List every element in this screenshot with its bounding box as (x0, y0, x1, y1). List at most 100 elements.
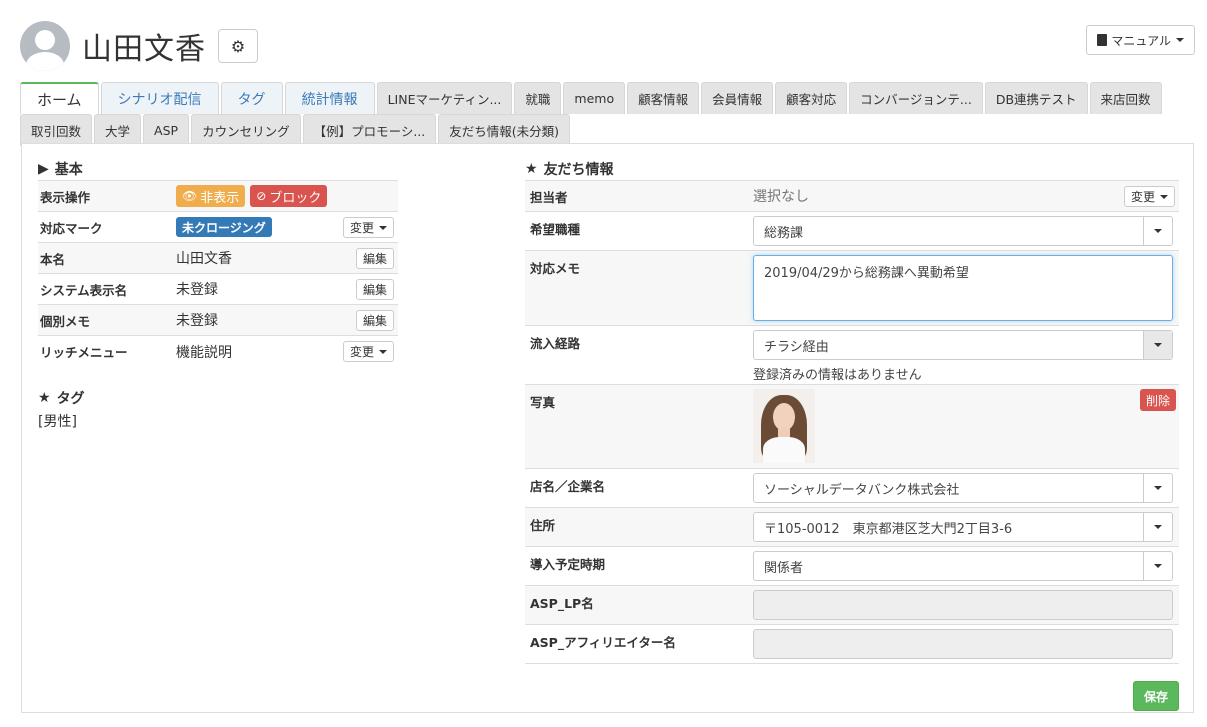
caret-down-icon (379, 349, 387, 354)
friend-info-title: ★ 友だち情報 (525, 161, 614, 178)
support-memo-label: 対応メモ (530, 261, 581, 276)
basic-title: ▶ 基本 (38, 161, 83, 178)
manual-label: マニュアル (1111, 33, 1171, 48)
photo-delete-button[interactable]: 削除 (1139, 389, 1176, 411)
user-name: 山田文香 (82, 32, 206, 67)
caret-down-icon (1154, 525, 1162, 529)
asp-lp-label: ASP_LP名 (530, 596, 594, 611)
gear-icon: ⚙ (230, 36, 246, 56)
save-button[interactable]: 保存 (1133, 681, 1179, 711)
staff-value: 選択なし (753, 189, 809, 205)
real-name-edit-button[interactable]: 編集 (355, 248, 394, 269)
source-label: 流入経路 (530, 336, 581, 351)
tab-home[interactable]: ホーム (20, 82, 99, 114)
tags-title: ★ タグ (38, 390, 85, 407)
tab-university[interactable]: 大学 (94, 114, 142, 146)
job-label: 希望職種 (530, 222, 581, 237)
tab-memo[interactable]: memo (563, 82, 626, 114)
caret-down-icon (1154, 229, 1162, 233)
row-job: 希望職種 総務課 (525, 212, 1179, 251)
tab-visit-count[interactable]: 来店回数 (1089, 82, 1162, 114)
tab-bar: ホーム シナリオ配信 タグ 統計情報 LINEマーケティン... 就職 memo… (20, 82, 1195, 146)
memo-label: 個別メモ (40, 313, 91, 329)
tab-row-1: ホーム シナリオ配信 タグ 統計情報 LINEマーケティン... 就職 memo… (20, 82, 1195, 114)
row-timing: 導入予定時期 関係者 (525, 547, 1179, 586)
company-select[interactable]: ソーシャルデータバンク株式会社 (753, 473, 1173, 503)
ban-icon: ⊘ (256, 189, 267, 203)
tags-value: [男性] (38, 414, 77, 430)
staff-change-button[interactable]: 変更 (1123, 186, 1175, 207)
real-name-label: 本名 (40, 251, 66, 267)
row-real-name: 本名 山田文香 編集 (38, 243, 398, 274)
address-select[interactable]: 〒105-0012 東京都港区芝大門2丁目3-6 (753, 512, 1173, 542)
profile-photo (753, 389, 815, 463)
tab-asp[interactable]: ASP (143, 114, 190, 146)
tab-promotion[interactable]: 【例】プロモーシ... (302, 114, 437, 146)
basic-table: 表示操作 👁 非表示 ⊘ ブロック 対応マーク 未クロージング 変更 本名 山田… (38, 180, 398, 367)
tab-stats[interactable]: 統計情報 (284, 82, 375, 114)
tab-line-marketing[interactable]: LINEマーケティン... (376, 82, 513, 114)
book-icon (1097, 34, 1108, 46)
tab-row-2: 取引回数 大学 ASP カウンセリング 【例】プロモーシ... 友だち情報(未分… (20, 114, 1195, 146)
row-mark: 対応マーク 未クロージング 変更 (38, 212, 398, 243)
row-company: 店名／企業名 ソーシャルデータバンク株式会社 (525, 469, 1179, 508)
row-photo: 写真 削除 (525, 385, 1179, 469)
timing-select[interactable]: 関係者 (753, 551, 1173, 581)
friend-info-table: 担当者 選択なし 変更 希望職種 総務課 対応メモ 2019/04/29から総務… (525, 180, 1179, 664)
tab-db-test[interactable]: DB連携テスト (984, 82, 1088, 114)
support-memo-textarea[interactable]: 2019/04/29から総務課へ異動希望 (753, 255, 1173, 321)
row-asp-lp: ASP_LP名 (525, 586, 1179, 625)
tab-job[interactable]: 就職 (514, 82, 562, 114)
system-name-label: システム表示名 (40, 282, 128, 298)
friend-info-section: ★ 友だち情報 担当者 選択なし 変更 希望職種 総務課 対応メモ 2019/0… (525, 158, 1179, 711)
asp-lp-input (753, 590, 1173, 620)
source-help-text: 登録済みの情報はありません (753, 368, 922, 383)
tab-member-info[interactable]: 会員情報 (701, 82, 774, 114)
tab-friend-info-unclassified[interactable]: 友だち情報(未分類) (438, 114, 571, 146)
system-name-edit-button[interactable]: 編集 (355, 279, 394, 300)
asp-affiliate-label: ASP_アフィリエイター名 (530, 635, 676, 650)
photo-label: 写真 (530, 395, 556, 410)
caret-down-icon (1160, 194, 1168, 199)
tab-customer-info[interactable]: 顧客情報 (627, 82, 700, 114)
address-label: 住所 (530, 518, 556, 533)
tab-deal-count[interactable]: 取引回数 (20, 114, 93, 146)
asp-affiliate-input (753, 629, 1173, 659)
tab-scenario[interactable]: シナリオ配信 (100, 82, 219, 114)
staff-label: 担当者 (530, 190, 568, 205)
eye-slash-icon: 👁 (182, 189, 198, 203)
timing-label: 導入予定時期 (530, 557, 606, 572)
settings-button[interactable]: ⚙ (218, 29, 258, 63)
rich-menu-change-button[interactable]: 変更 (342, 341, 394, 362)
avatar (20, 21, 70, 71)
job-select[interactable]: 総務課 (753, 216, 1173, 246)
main-panel: ▶ 基本 表示操作 👁 非表示 ⊘ ブロック 対応マーク 未クロージング 変更 … (21, 143, 1194, 713)
basic-section: ▶ 基本 表示操作 👁 非表示 ⊘ ブロック 対応マーク 未クロージング 変更 … (38, 158, 398, 431)
hide-button[interactable]: 👁 非表示 (176, 185, 246, 207)
block-button[interactable]: ⊘ ブロック (250, 185, 328, 207)
row-memo: 対応メモ 2019/04/29から総務課へ異動希望 (525, 251, 1179, 326)
caret-down-icon (1154, 343, 1162, 347)
tab-customer-support[interactable]: 顧客対応 (775, 82, 848, 114)
source-select[interactable]: チラシ経由 (753, 330, 1173, 360)
company-label: 店名／企業名 (530, 479, 606, 494)
mark-change-button[interactable]: 変更 (342, 217, 394, 238)
profile-header: 山田文香 ⚙ (20, 20, 258, 72)
display-ops-label: 表示操作 (40, 189, 91, 205)
mark-badge: 未クロージング (176, 217, 272, 237)
row-staff: 担当者 選択なし 変更 (525, 181, 1179, 212)
mark-label: 対応マーク (40, 220, 103, 236)
caret-down-icon (1154, 486, 1162, 490)
tab-counseling[interactable]: カウンセリング (191, 114, 301, 146)
row-display-ops: 表示操作 👁 非表示 ⊘ ブロック (38, 181, 398, 212)
tab-tags[interactable]: タグ (220, 82, 283, 114)
row-address: 住所 〒105-0012 東京都港区芝大門2丁目3-6 (525, 508, 1179, 547)
star-icon: ★ (525, 161, 538, 177)
row-memo: 個別メモ 未登録 編集 (38, 305, 398, 336)
caret-down-icon (379, 225, 387, 230)
tab-conversion-test[interactable]: コンバージョンテ... (849, 82, 983, 114)
manual-dropdown-button[interactable]: マニュアル (1086, 25, 1195, 55)
caret-down-icon (1176, 38, 1184, 42)
rich-menu-label: リッチメニュー (40, 345, 128, 360)
memo-edit-button[interactable]: 編集 (355, 310, 394, 331)
